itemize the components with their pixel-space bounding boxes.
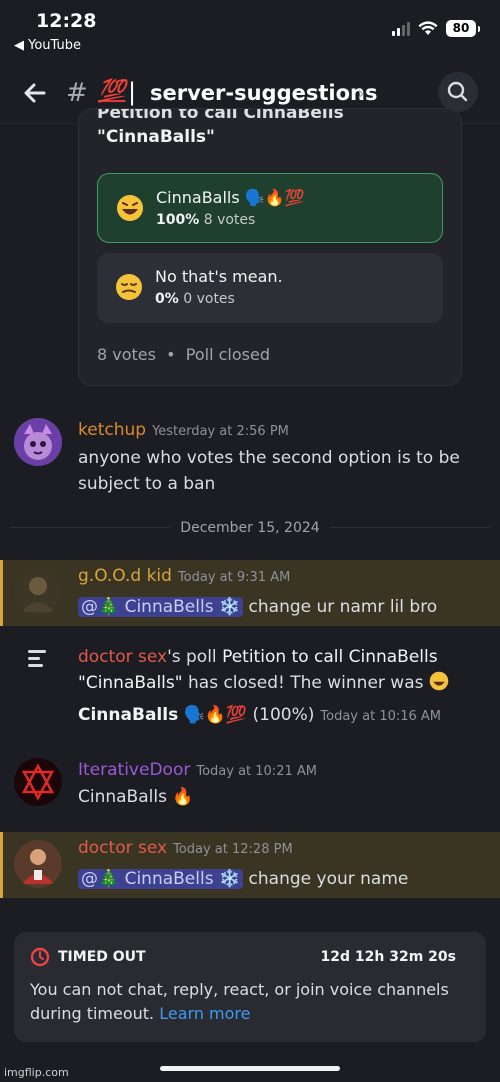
message-content: @🎄 CinnaBells ❄️ change your name <box>78 866 408 892</box>
avatar[interactable] <box>14 568 62 616</box>
laughing-emoji-icon <box>117 195 143 221</box>
poll-option-stats: 0% 0 votes <box>155 291 235 307</box>
message-author[interactable]: ketchup Yesterday at 2:56 PM <box>78 420 289 440</box>
status-time: 12:28 <box>36 10 97 32</box>
learn-more-link[interactable]: Learn more <box>159 1004 250 1023</box>
user-mention[interactable]: @🎄 CinnaBells ❄️ <box>78 597 244 617</box>
timeout-remaining: 12d 12h 32m 20s <box>320 949 456 965</box>
back-to-app-link[interactable]: ◀ YouTube <box>14 38 81 53</box>
channel-separator: | <box>128 78 137 106</box>
poll-option-loser[interactable]: No that's mean. 0% 0 votes <box>97 253 443 323</box>
poll-option-winner[interactable]: CinnaBalls 🗣️🔥💯 100% 8 votes <box>97 173 443 243</box>
message-content: anyone who votes the second option is to… <box>78 448 460 494</box>
poll-card: Petition to call CinnaBells "CinnaBalls"… <box>78 108 462 386</box>
message-author[interactable]: doctor sex Today at 12:28 PM <box>78 838 293 858</box>
home-indicator[interactable] <box>160 1066 340 1071</box>
signal-icon <box>392 21 410 36</box>
timeout-text: You can not chat, reply, react, or join … <box>30 980 449 1023</box>
poll-question: Petition to call CinnaBells "CinnaBalls" <box>97 108 344 147</box>
system-message-poll-result: doctor sex's poll Petition to call Cinna… <box>0 640 500 730</box>
laughing-emoji-icon <box>429 671 449 691</box>
poll-icon <box>28 650 46 667</box>
poll-option-label: No that's mean. <box>155 267 283 286</box>
message-ketchup[interactable]: ketchup Yesterday at 2:56 PM anyone who v… <box>0 412 500 502</box>
poll-link[interactable]: Petition to call CinnaBells <box>222 647 438 667</box>
user-mention[interactable]: @🎄 CinnaBells ❄️ <box>78 869 244 889</box>
message-timestamp: Yesterday at 2:56 PM <box>152 424 289 439</box>
message-timestamp: Today at 12:28 PM <box>173 842 293 857</box>
sad-emoji-icon <box>116 274 142 300</box>
channel-name[interactable]: server-suggestions <box>150 81 377 105</box>
message-timestamp: Today at 10:21 AM <box>196 764 317 779</box>
message-doctor[interactable]: doctor sex Today at 12:28 PM @🎄 CinnaBell… <box>0 832 500 898</box>
poll-footer: 8 votes • Poll closed <box>97 345 270 364</box>
date-divider: December 15, 2024 <box>0 520 500 536</box>
search-button[interactable] <box>438 72 478 112</box>
message-content: @🎄 CinnaBells ❄️ change ur namr lil bro <box>78 594 437 620</box>
message-timestamp: Today at 10:16 AM <box>320 709 442 724</box>
message-content: CinnaBalls 🔥 <box>78 787 194 807</box>
message-author[interactable]: IterativeDoor Today at 10:21 AM <box>78 760 317 780</box>
timeout-icon <box>30 947 50 967</box>
timeout-title: TIMED OUT <box>58 949 146 965</box>
poll-option-stats: 100% 8 votes <box>156 212 256 228</box>
status-bar: 12:28 ◀ YouTube 80 <box>0 0 500 62</box>
battery-icon: 80 <box>446 20 480 37</box>
chevron-right-icon[interactable]: › <box>357 81 365 105</box>
channel-emoji: 💯 <box>98 79 126 104</box>
message-timestamp: Today at 9:31 AM <box>177 570 291 585</box>
status-icons: 80 <box>392 20 480 37</box>
poll-result-text: doctor sex's poll Petition to call Cinna… <box>78 644 493 730</box>
avatar[interactable] <box>14 840 62 888</box>
message-iterativedoor[interactable]: IterativeDoor Today at 10:21 AM CinnaBall… <box>0 752 500 818</box>
timeout-notice: TIMED OUT 12d 12h 32m 20s You can not ch… <box>14 932 486 1042</box>
message-author[interactable]: doctor sex <box>78 647 167 667</box>
message-author[interactable]: g.O.O.d kid Today at 9:31 AM <box>78 566 290 586</box>
poll-option-label: CinnaBalls 🗣️🔥💯 <box>156 188 305 207</box>
avatar[interactable] <box>14 758 62 806</box>
wifi-icon <box>418 21 438 35</box>
channel-hash-icon: # <box>66 78 88 108</box>
message-good-kid[interactable]: g.O.O.d kid Today at 9:31 AM @🎄 CinnaBell… <box>0 560 500 626</box>
watermark: imgflip.com <box>4 1066 69 1079</box>
search-icon <box>447 81 468 102</box>
back-arrow-icon[interactable] <box>18 76 52 110</box>
avatar[interactable] <box>14 418 62 466</box>
